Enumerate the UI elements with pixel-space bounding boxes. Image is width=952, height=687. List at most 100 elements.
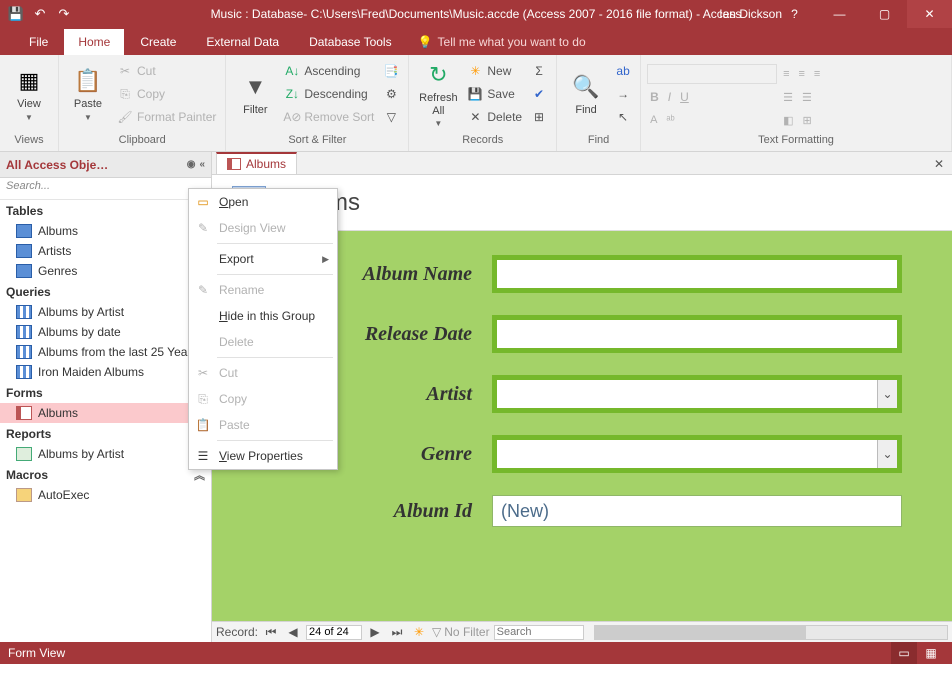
more-button[interactable]: ⊞ xyxy=(528,107,550,127)
align-left-button[interactable]: ≡ xyxy=(780,64,792,84)
maximize-button[interactable]: ▢ xyxy=(862,0,907,28)
nav-group-reports[interactable]: Reports︽ xyxy=(0,423,211,444)
totals-button[interactable]: Σ xyxy=(528,61,550,81)
advanced-button[interactable]: ⚙ xyxy=(380,84,402,104)
save-icon: 💾 xyxy=(467,86,483,102)
ascending-button[interactable]: A↓Ascending xyxy=(281,61,377,81)
close-button[interactable]: ✕ xyxy=(907,0,952,28)
nav-table-genres[interactable]: Genres xyxy=(0,261,211,281)
ctx-open[interactable]: ▭Open xyxy=(189,189,337,215)
selection-button[interactable]: 📑 xyxy=(380,61,402,81)
filter-button[interactable]: ▼ Filter xyxy=(232,58,278,130)
nav-item-label: Albums xyxy=(38,406,78,420)
nav-header[interactable]: All Access Obje… ◉« xyxy=(0,152,211,178)
new-record-button[interactable]: ✳ xyxy=(410,625,428,639)
numbering-button[interactable]: ☰ xyxy=(799,87,815,107)
nav-group-queries[interactable]: Queries︽ xyxy=(0,281,211,302)
ctx-view-properties[interactable]: ☰View Properties xyxy=(189,443,337,469)
underline-button[interactable]: U xyxy=(677,87,692,107)
tab-create[interactable]: Create xyxy=(126,29,190,55)
nav-report-albums-by-artist[interactable]: Albums by Artist xyxy=(0,444,211,464)
minimize-button[interactable]: — xyxy=(817,0,862,28)
replace-button[interactable]: ab xyxy=(612,61,634,81)
nav-collapse-icon[interactable]: « xyxy=(199,159,205,170)
nav-group-tables[interactable]: Tables︽ xyxy=(0,200,211,221)
next-record-button[interactable]: ▶ xyxy=(366,625,384,639)
view-button[interactable]: ▦ View ▼ xyxy=(6,58,52,130)
horizontal-scrollbar[interactable] xyxy=(594,625,948,640)
gridlines-button[interactable]: ⊞ xyxy=(799,110,814,130)
nav-macro-autoexec[interactable]: AutoExec xyxy=(0,485,211,505)
font-color-button[interactable]: A xyxy=(647,110,660,130)
ctx-design-view: ✎Design View xyxy=(189,215,337,241)
copy-button[interactable]: ⎘Copy xyxy=(114,84,219,104)
fill-color-button[interactable]: ◧ xyxy=(780,110,796,130)
genre-combo[interactable]: ⌄ xyxy=(492,435,902,473)
release-date-input[interactable] xyxy=(492,315,902,353)
select-button[interactable]: ↖ xyxy=(612,107,634,127)
nav-query-last-25-years[interactable]: Albums from the last 25 Year xyxy=(0,342,211,362)
record-navigator: Record: ⏮ ◀ ▶ ⏭ ✳ ▽No Filter xyxy=(212,621,952,642)
nav-search[interactable]: Search... xyxy=(0,178,211,200)
tab-file[interactable]: File xyxy=(15,29,62,55)
refresh-all-button[interactable]: ↻ Refresh All ▼ xyxy=(415,58,461,130)
nav-table-albums[interactable]: Albums xyxy=(0,221,211,241)
filter-indicator[interactable]: ▽No Filter xyxy=(432,625,490,639)
doc-tab-albums[interactable]: Albums xyxy=(216,152,297,174)
remove-sort-button[interactable]: A⊘Remove Sort xyxy=(281,107,377,127)
spelling-button[interactable]: ✔ xyxy=(528,84,550,104)
nav-group-forms[interactable]: Forms︽ xyxy=(0,382,211,403)
ctx-label: Cut xyxy=(219,366,238,380)
advanced-icon: ⚙ xyxy=(383,86,399,102)
paste-button[interactable]: 📋 Paste ▼ xyxy=(65,58,111,130)
save-button[interactable]: 💾Save xyxy=(464,84,525,104)
descending-button[interactable]: Z↓Descending xyxy=(281,84,377,104)
nav-group-macros[interactable]: Macros︽ xyxy=(0,464,211,485)
find-button[interactable]: 🔍 Find xyxy=(563,58,609,130)
remove-sort-icon: A⊘ xyxy=(284,109,300,125)
form-view-button[interactable]: ▭ xyxy=(891,642,917,664)
tab-database-tools[interactable]: Database Tools xyxy=(295,29,406,55)
highlight-button[interactable]: ᵃᵇ xyxy=(663,110,677,130)
new-button[interactable]: ✳New xyxy=(464,61,525,81)
scrollbar-thumb[interactable] xyxy=(595,626,806,639)
nav-form-albums[interactable]: Albums xyxy=(0,403,211,423)
toggle-filter-button[interactable]: ▽ xyxy=(380,107,402,127)
delete-button[interactable]: ✕Delete xyxy=(464,107,525,127)
cut-label: Cut xyxy=(137,64,156,78)
goto-button[interactable]: → xyxy=(612,84,634,104)
ctx-export[interactable]: Export▶ xyxy=(189,246,337,272)
record-position-input[interactable] xyxy=(306,625,362,640)
ctx-hide[interactable]: Hide in this Group xyxy=(189,303,337,329)
status-bar: Form View ▭ ▦ xyxy=(0,642,952,664)
tab-home[interactable]: Home xyxy=(64,29,124,55)
cut-button[interactable]: ✂Cut xyxy=(114,61,219,81)
nav-query-albums-by-date[interactable]: Albums by date xyxy=(0,322,211,342)
align-center-button[interactable]: ≡ xyxy=(796,64,808,84)
format-painter-button[interactable]: 🖌Format Painter xyxy=(114,107,219,127)
artist-combo[interactable]: ⌄ xyxy=(492,375,902,413)
nav-query-iron-maiden[interactable]: Iron Maiden Albums xyxy=(0,362,211,382)
descending-label: Descending xyxy=(304,87,367,101)
tab-external-data[interactable]: External Data xyxy=(192,29,293,55)
save-icon[interactable]: 💾 xyxy=(8,6,24,22)
redo-icon[interactable]: ↷ xyxy=(56,6,72,22)
bold-button[interactable]: B xyxy=(647,87,662,107)
tell-me[interactable]: 💡Tell me what you want to do xyxy=(408,29,596,55)
album-name-input[interactable] xyxy=(492,255,902,293)
nav-dropdown-icon[interactable]: ◉ xyxy=(187,159,196,170)
doc-tab-close-button[interactable]: ✕ xyxy=(926,154,952,174)
bullets-button[interactable]: ☰ xyxy=(780,87,796,107)
first-record-button[interactable]: ⏮ xyxy=(262,625,280,640)
datasheet-view-button[interactable]: ▦ xyxy=(918,642,944,664)
italic-button[interactable]: I xyxy=(665,87,674,107)
align-right-button[interactable]: ≡ xyxy=(811,64,823,84)
separator xyxy=(217,440,333,441)
nav-table-artists[interactable]: Artists xyxy=(0,241,211,261)
nav-query-albums-by-artist[interactable]: Albums by Artist xyxy=(0,302,211,322)
prev-record-button[interactable]: ◀ xyxy=(284,625,302,639)
record-search-input[interactable] xyxy=(494,625,584,640)
last-record-button[interactable]: ⏭ xyxy=(388,625,406,640)
font-family-select[interactable] xyxy=(647,64,777,84)
undo-icon[interactable]: ↶ xyxy=(32,6,48,22)
